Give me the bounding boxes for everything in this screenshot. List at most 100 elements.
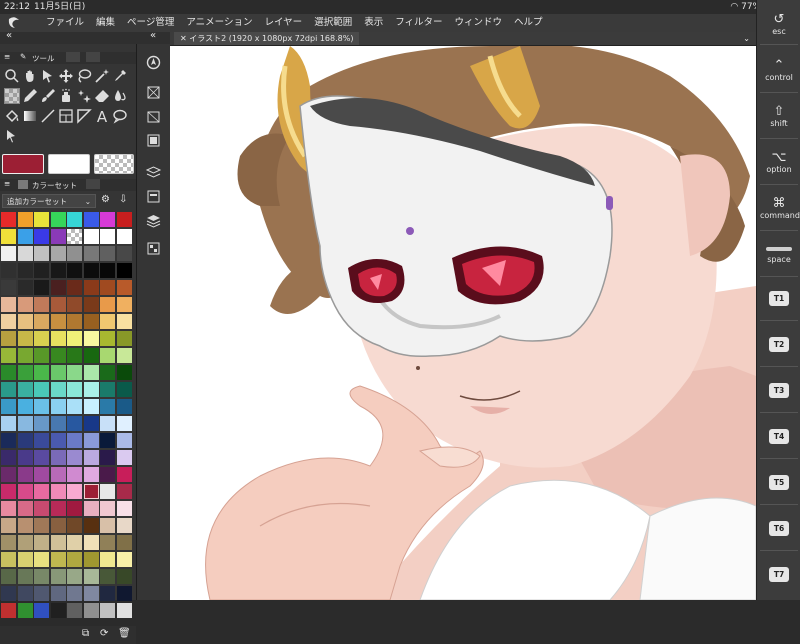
eraser-tool-icon[interactable] — [94, 88, 110, 104]
palette-color-cell[interactable] — [83, 484, 99, 499]
palette-color-cell[interactable] — [34, 246, 49, 261]
palette-color-cell[interactable] — [67, 229, 82, 244]
palette-color-cell[interactable] — [34, 518, 49, 533]
palette-color-cell[interactable] — [1, 586, 16, 601]
palette-color-cell[interactable] — [17, 433, 33, 448]
palette-color-cell[interactable] — [100, 416, 115, 431]
tool-property-icon[interactable] — [145, 108, 162, 125]
menu-view[interactable]: 表示 — [358, 14, 389, 32]
t7-key[interactable]: T7 — [769, 567, 789, 582]
palette-color-cell[interactable] — [100, 263, 115, 278]
palette-color-cell[interactable] — [67, 518, 82, 533]
text-tool-icon[interactable]: A — [94, 108, 110, 124]
esc-key[interactable]: ↺ esc — [760, 12, 798, 36]
palette-color-cell[interactable] — [100, 501, 115, 516]
figure-tool-icon[interactable] — [40, 108, 56, 124]
palette-color-cell[interactable] — [67, 280, 82, 295]
palette-color-cell[interactable] — [34, 212, 49, 227]
clip-studio-logo-icon[interactable] — [6, 16, 22, 30]
palette-color-cell[interactable] — [34, 484, 49, 499]
palette-color-cell[interactable] — [34, 365, 49, 380]
palette-color-cell[interactable] — [50, 467, 66, 482]
palette-color-cell[interactable] — [1, 331, 16, 346]
main-color-swatch[interactable] — [2, 154, 44, 174]
palette-color-cell[interactable] — [100, 484, 115, 499]
palette-color-cell[interactable] — [34, 314, 49, 329]
palette-color-cell[interactable] — [116, 535, 132, 550]
option-key[interactable]: ⌥ option — [760, 150, 798, 174]
document-tab[interactable]: ✕ イラスト2 (1920 x 1080px 72dpi 168.8%) — [174, 32, 360, 45]
palette-color-cell[interactable] — [100, 348, 115, 363]
palette-color-cell[interactable] — [34, 416, 49, 431]
palette-color-cell[interactable] — [67, 484, 82, 499]
palette-color-cell[interactable] — [34, 586, 49, 601]
palette-color-cell[interactable] — [50, 569, 66, 584]
command-key[interactable]: ⌘ command — [760, 196, 800, 220]
palette-color-cell[interactable] — [67, 365, 82, 380]
palette-color-cell[interactable] — [83, 518, 99, 533]
palette-color-cell[interactable] — [17, 246, 33, 261]
menu-animation[interactable]: アニメーション — [180, 14, 258, 32]
palette-color-cell[interactable] — [100, 535, 115, 550]
palette-color-cell[interactable] — [1, 399, 16, 414]
menu-filter[interactable]: フィルター — [389, 14, 448, 32]
palette-color-cell[interactable] — [1, 297, 16, 312]
palette-color-cell[interactable] — [50, 518, 66, 533]
palette-color-cell[interactable] — [67, 246, 82, 261]
palette-color-cell[interactable] — [50, 450, 66, 465]
palette-color-cell[interactable] — [50, 229, 66, 244]
palette-color-cell[interactable] — [50, 416, 66, 431]
palette-color-cell[interactable] — [50, 535, 66, 550]
palette-color-cell[interactable] — [34, 280, 49, 295]
palette-color-cell[interactable] — [1, 501, 16, 516]
palette-color-cell[interactable] — [100, 314, 115, 329]
brush-tab-icon[interactable]: ✎ — [20, 52, 26, 61]
palette-color-cell[interactable] — [67, 433, 82, 448]
ruler-tool-icon[interactable] — [76, 108, 92, 124]
palette-color-cell[interactable] — [116, 382, 132, 397]
space-key[interactable]: space — [760, 242, 798, 264]
move-tool-icon[interactable] — [58, 68, 74, 84]
palette-color-cell[interactable] — [116, 365, 132, 380]
eyedropper-tool-icon[interactable] — [112, 68, 128, 84]
palette-color-cell[interactable] — [83, 450, 99, 465]
palette-color-cell[interactable] — [67, 297, 82, 312]
palette-color-cell[interactable] — [100, 399, 115, 414]
palette-color-cell[interactable] — [50, 501, 66, 516]
palette-color-cell[interactable] — [1, 229, 16, 244]
palette-color-cell[interactable] — [100, 280, 115, 295]
palette-color-cell[interactable] — [83, 552, 99, 567]
palette-color-cell[interactable] — [17, 382, 33, 397]
palette-color-cell[interactable] — [67, 416, 82, 431]
palette-color-cell[interactable] — [67, 399, 82, 414]
palette-color-cell[interactable] — [116, 433, 132, 448]
palette-color-cell[interactable] — [116, 331, 132, 346]
palette-color-cell[interactable] — [50, 212, 66, 227]
palette-color-cell[interactable] — [116, 348, 132, 363]
collapse-right-icon[interactable]: « — [150, 30, 156, 41]
palette-color-cell[interactable] — [50, 246, 66, 261]
palette-color-cell[interactable] — [116, 416, 132, 431]
t2-key[interactable]: T2 — [769, 337, 789, 352]
color-set-tab-icon-2[interactable] — [86, 179, 100, 189]
palette-color-cell[interactable] — [34, 382, 49, 397]
object-tool-icon[interactable] — [40, 68, 56, 84]
palette-color-cell[interactable] — [1, 569, 16, 584]
menu-help[interactable]: ヘルプ — [508, 14, 549, 32]
palette-color-cell[interactable] — [1, 535, 16, 550]
palette-color-cell[interactable] — [17, 552, 33, 567]
palette-color-cell[interactable] — [1, 212, 16, 227]
palette-color-cell[interactable] — [34, 348, 49, 363]
tab-list-chevron-icon[interactable]: ⌄ — [743, 32, 750, 45]
color-set-tab-icon[interactable] — [18, 180, 28, 189]
brush-size-icon[interactable] — [145, 132, 162, 149]
sub-tool-tab-icon-2[interactable] — [86, 52, 100, 62]
palette-color-cell[interactable] — [17, 518, 33, 533]
collapse-left-icon[interactable]: « — [6, 30, 12, 41]
balloon-tool-icon[interactable] — [112, 108, 128, 124]
palette-color-cell[interactable] — [100, 603, 115, 618]
drawing-canvas[interactable] — [170, 46, 756, 600]
layers-icon[interactable] — [145, 212, 162, 229]
palette-color-cell[interactable] — [1, 518, 16, 533]
palette-color-cell[interactable] — [50, 365, 66, 380]
